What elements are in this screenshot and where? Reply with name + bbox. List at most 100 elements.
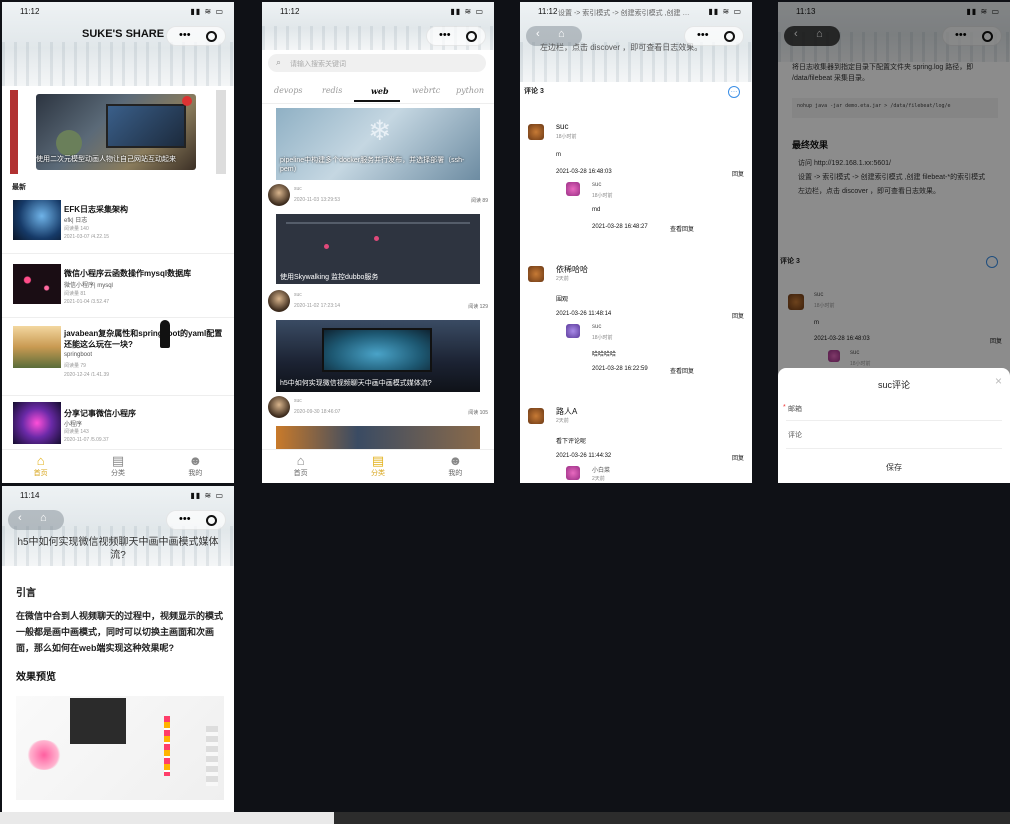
mini-program-capsule[interactable]: ••• [684,26,744,46]
avatar[interactable] [268,184,290,206]
mini-program-capsule[interactable]: ••• [166,26,226,46]
article-item[interactable]: 分享记事微信小程序 小程序 阅读量 143 2020-11-07 /5.09.3… [2,398,234,454]
reply-text: md [592,207,601,213]
tab-bar: ⌂ 首页 ▤ 分类 ☻ 我的 [262,449,494,483]
article-title[interactable]: 分享记事微信小程序 [64,408,224,419]
save-button[interactable]: 保存 [778,462,1010,473]
tab-webrtc[interactable]: webrtc [412,86,440,95]
tab-home[interactable]: ⌂ 首页 [262,450,339,483]
more-icon[interactable]: ••• [697,29,709,41]
post-caption[interactable]: h5中如何实现微信视频聊天中画中画模式媒体流? [280,378,476,388]
close-target-icon[interactable] [206,31,217,42]
category-tabs: devops redis web webrtc python [262,82,494,104]
article-views: 阅读量 79 [64,363,86,369]
avatar[interactable] [528,266,544,282]
close-target-icon[interactable] [466,31,477,42]
avatar[interactable] [268,396,290,418]
article-date: 2020-11-07 /5.09.37 [64,437,109,443]
mini-program-capsule[interactable]: ••• [426,26,486,46]
tab-category[interactable]: ▤ 分类 [79,450,156,483]
tab-python[interactable]: python [456,86,484,95]
tab-devops[interactable]: devops [274,86,302,95]
article-title[interactable]: javabean复杂属性和springboot的yaml配置还能这么玩在一块? [64,328,226,350]
reply-author: suc [592,324,602,330]
back-icon[interactable]: ‹ [536,28,540,40]
tab-home-label: 首页 [33,470,48,477]
tab-home[interactable]: ⌂ 首页 [2,450,79,483]
view-replies-button[interactable]: 查看回复 [670,366,694,375]
comment-count: 评论 3 [524,88,544,95]
reply-time: 18小时前 [592,193,613,199]
post-caption[interactable]: 使用Skywalking 监控dubbo服务 [280,272,476,282]
comment-date: 2021-03-26 11:44:32 [556,453,612,459]
article-paragraph: 在微信中合到人视频聊天的过程中，视频显示的模式一般都是画中画模式，同时可以切换主… [16,611,224,653]
comment-field[interactable]: 评论 [788,430,802,440]
article-item[interactable]: javabean复杂属性和springboot的yaml配置还能这么玩在一块? … [2,320,234,396]
article-title[interactable]: 微信小程序云函数操作mysql数据库 [64,268,224,279]
article-thumb[interactable] [13,264,61,304]
comment-text: m [556,152,561,158]
avatar[interactable] [268,290,290,312]
search-bar[interactable]: ⌕ 请输入搜索关键词 [268,54,486,72]
article-views: 阅读量 140 [64,226,89,232]
avatar[interactable] [566,324,580,338]
clipboard-icon: ▤ [111,453,125,468]
tab-mine[interactable]: ☻ 我的 [157,450,234,483]
nav-capsule[interactable]: ‹ ⌂ [8,510,64,530]
signal-icons: ▮▮ ≋ ▭ [190,491,224,500]
more-icon[interactable]: ••• [179,29,191,41]
phone-comments: 11:12 ▮▮ ≋ ▭ 设置 -> 索引模式 -> 创建索引模式 ,创建 … … [520,2,752,483]
article-thumb[interactable] [13,402,61,444]
avatar[interactable] [566,182,580,196]
close-target-icon[interactable] [206,515,217,526]
comment-date: 2021-03-26 11:48:14 [556,311,612,317]
reply-button[interactable]: 回复 [732,453,744,462]
search-input[interactable]: 请输入搜索关键词 [290,59,346,69]
more-icon[interactable]: ••• [179,513,191,525]
post-date: 2020-09-30 18:46:07 [294,409,341,415]
post-card[interactable]: 使用Skywalking 监控dubbo服务 [276,214,480,284]
post-card[interactable] [276,426,480,450]
avatar[interactable] [528,408,544,424]
comment-bubble-icon[interactable]: … [728,86,740,98]
mini-program-capsule[interactable]: ••• [166,510,226,530]
home-icon[interactable]: ⌂ [558,28,565,40]
article-item[interactable]: 微信小程序云函数操作mysql数据库 微信小程序| mysql 阅读量 81 2… [2,256,234,318]
article-title[interactable]: EFK日志采集架构 [64,204,224,215]
section-heading: 效果预览 [16,672,56,683]
article-item[interactable]: EFK日志采集架构 efk| 日志 阅读量 140 2021-03-07 /4.… [2,194,234,254]
tab-redis[interactable]: redis [322,86,342,95]
preview-image[interactable] [16,696,224,800]
post-caption[interactable]: pipeline中构建多个docker服务并行发布，并选择部署（ssh-pem） [280,156,476,174]
email-field[interactable]: 邮箱 [788,404,802,414]
comment-modal: suc评论 × * 邮箱 评论 保存 [778,368,1010,483]
close-icon[interactable]: × [995,374,1002,388]
banner-caption[interactable]: 使用二次元模型动画人物让自己网站互动起来 [36,154,206,164]
view-replies-button[interactable]: 查看回复 [670,224,694,233]
section-heading: 引言 [16,588,36,599]
required-mark: * [783,404,786,411]
tab-category[interactable]: ▤ 分类 [339,450,416,483]
article-thumb[interactable] [13,326,61,368]
banner-carousel[interactable]: 使用二次元模型动画人物让自己网站互动起来 [10,90,226,174]
tab-mine[interactable]: ☻ 我的 [417,450,494,483]
article-tags: 微信小程序| mysql [64,283,113,289]
home-icon[interactable]: ⌂ [40,512,47,524]
post-card[interactable]: ❄ pipeline中构建多个docker服务并行发布，并选择部署（ssh-pe… [276,108,480,180]
avatar[interactable] [528,124,544,140]
back-icon[interactable]: ‹ [18,512,22,524]
tab-web[interactable]: web [371,86,389,96]
reply-button[interactable]: 回复 [732,311,744,320]
more-icon[interactable]: ••• [439,29,451,41]
close-target-icon[interactable] [724,31,735,42]
reply-button[interactable]: 回复 [732,169,744,178]
post-card[interactable]: h5中如何实现微信视频聊天中画中画模式媒体流? [276,320,480,392]
tab-home-label: 首页 [293,470,308,477]
comment-author: 依稀哈哈 [556,265,588,274]
post-views: 阅读 129 [468,304,488,310]
user-icon: ☻ [188,453,203,468]
signal-icons: ▮▮ ≋ ▭ [708,7,742,16]
article-thumb[interactable] [13,200,61,240]
article-views: 阅读量 143 [64,429,89,435]
avatar[interactable] [566,466,580,480]
